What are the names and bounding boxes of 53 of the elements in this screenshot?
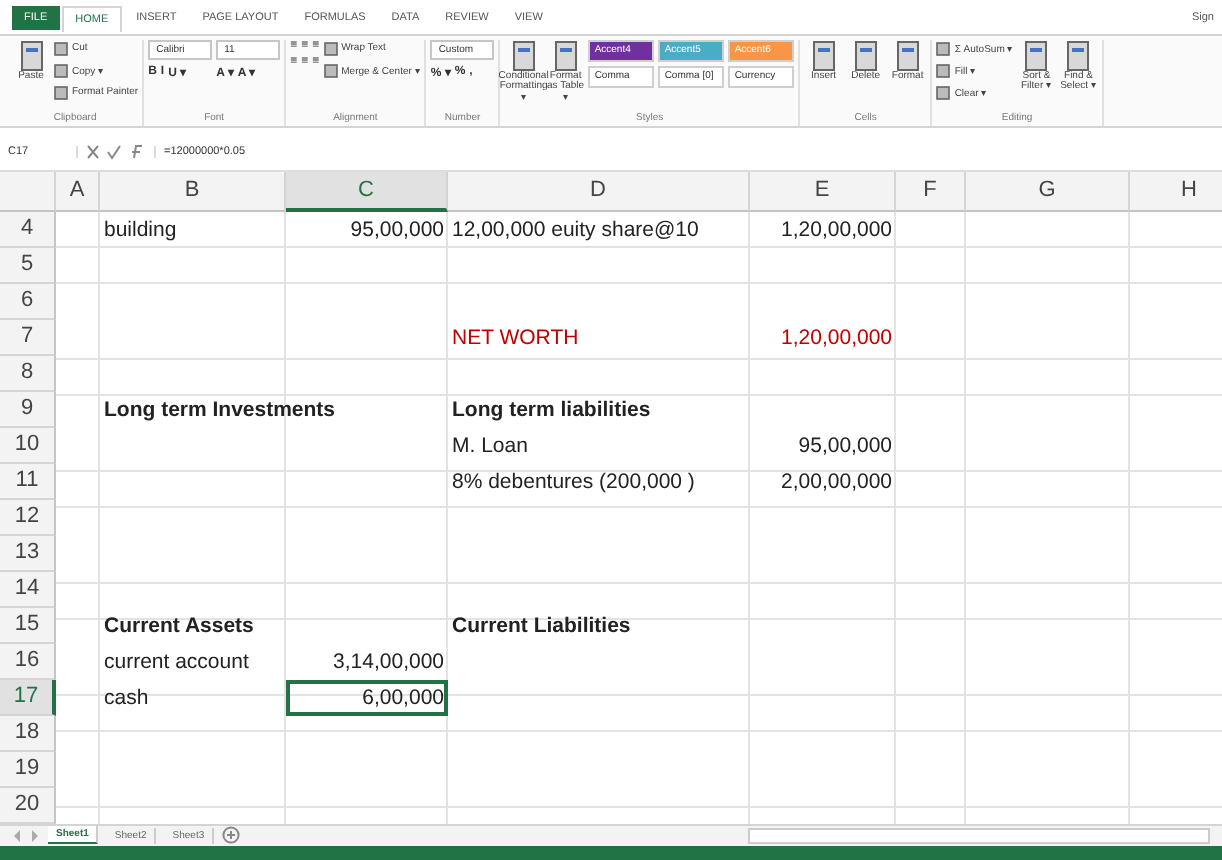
table-cell-text: current account — [102, 647, 251, 678]
row-header[interactable]: 17 — [0, 679, 56, 716]
table-cell-text: 12,00,000 euity share@10 — [450, 215, 701, 246]
tool-icon — [1022, 39, 1051, 72]
tool-icon — [809, 39, 838, 72]
table-cell-text: 2,00,00,000 — [779, 467, 894, 498]
table-cell-text: 95,00,000 — [796, 431, 894, 462]
tool-icon — [551, 39, 580, 72]
row-header[interactable]: 19 — [0, 751, 56, 788]
column-header[interactable]: G — [966, 171, 1130, 212]
table-cell-text: Current Liabilities — [450, 611, 633, 642]
tool-icon — [17, 39, 45, 72]
table-cell-text: 3,14,00,000 — [331, 647, 446, 678]
column-header[interactable]: E — [750, 171, 896, 212]
table-cell-text: 1,20,00,000 — [779, 215, 894, 246]
row-header[interactable]: 6 — [0, 283, 56, 320]
row-header[interactable]: 16 — [0, 643, 56, 680]
row-header[interactable]: 4 — [0, 211, 56, 248]
row-header[interactable]: 11 — [0, 463, 56, 500]
row-header[interactable]: 5 — [0, 247, 56, 284]
row-header[interactable]: 9 — [0, 391, 56, 428]
add-sheet-icon[interactable] — [222, 826, 241, 845]
table-cell-text: M. Loan — [450, 431, 530, 462]
row-header[interactable]: 20 — [0, 787, 56, 824]
tool-icon — [509, 39, 538, 72]
column-header[interactable]: H — [1130, 171, 1222, 212]
column-header[interactable]: A — [56, 171, 100, 212]
tool-icon — [893, 39, 922, 72]
column-header[interactable]: D — [448, 171, 750, 212]
row-header[interactable]: 14 — [0, 571, 56, 608]
row-header[interactable]: 18 — [0, 715, 56, 752]
table-cell-text: 95,00,000 — [348, 215, 446, 246]
table-cell-text: building — [102, 215, 179, 246]
table-cell-text: cash — [102, 683, 151, 714]
row-header[interactable]: 15 — [0, 607, 56, 644]
row-header[interactable]: 13 — [0, 535, 56, 572]
column-header[interactable]: F — [896, 171, 966, 212]
table-cell: 6,00,000 — [286, 679, 448, 716]
row-header[interactable]: 10 — [0, 427, 56, 464]
column-header[interactable]: C — [286, 171, 448, 212]
horizontal-scrollbar[interactable] — [748, 827, 1210, 844]
table-cell-text: Long term liabilities — [450, 395, 653, 426]
table-cell-text: Current Assets — [102, 611, 256, 642]
tool-icon — [851, 39, 880, 72]
table-cell-text: Long term Investments — [102, 395, 338, 426]
tool-icon — [1064, 39, 1093, 72]
table-cell-text: 1,20,00,000 — [779, 323, 894, 354]
formula-icons — [86, 144, 146, 161]
row-header[interactable]: 7 — [0, 319, 56, 356]
row-header[interactable]: 12 — [0, 499, 56, 536]
table-cell-text: NET WORTH — [450, 323, 581, 354]
row-header[interactable]: 8 — [0, 355, 56, 392]
table-cell-text: 8% debentures (200,000 ) — [450, 467, 697, 498]
